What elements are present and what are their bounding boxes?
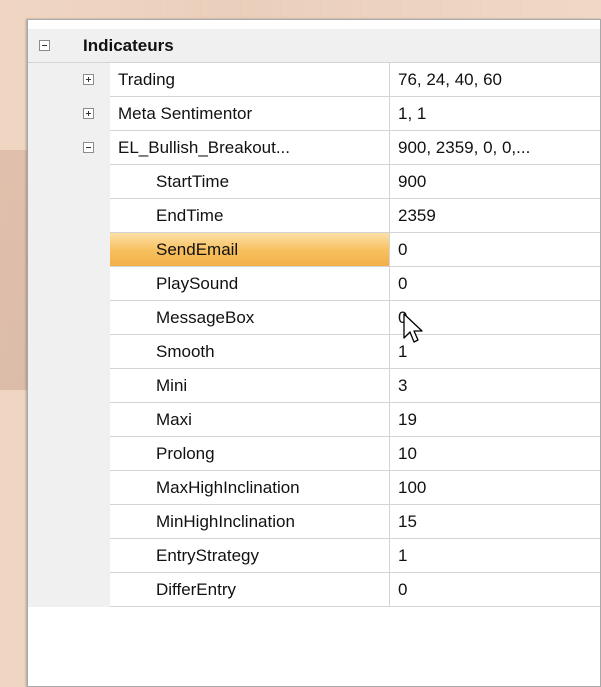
property-name[interactable]: EndTime xyxy=(110,199,390,233)
expand-icon[interactable] xyxy=(83,108,94,119)
row-margin xyxy=(28,403,110,437)
property-row[interactable]: Prolong 10 xyxy=(28,437,600,471)
property-row-meta-sentimentor[interactable]: Meta Sentimentor 1, 1 xyxy=(28,97,600,131)
property-name[interactable]: PlaySound xyxy=(110,267,390,301)
property-name[interactable]: MinHighInclination xyxy=(110,505,390,539)
row-margin xyxy=(28,471,110,505)
property-value[interactable]: 100 xyxy=(390,471,600,505)
row-margin xyxy=(28,233,110,267)
property-name[interactable]: MessageBox xyxy=(110,301,390,335)
property-value[interactable]: 1 xyxy=(390,539,600,573)
property-name[interactable]: SendEmail xyxy=(110,233,390,267)
property-value[interactable]: 1, 1 xyxy=(390,97,600,131)
property-name[interactable]: Smooth xyxy=(110,335,390,369)
row-margin xyxy=(28,165,110,199)
property-row[interactable]: PlaySound 0 xyxy=(28,267,600,301)
collapse-icon[interactable] xyxy=(39,40,50,51)
background-chart-fragment xyxy=(0,150,30,390)
property-name[interactable]: StartTime xyxy=(110,165,390,199)
row-margin xyxy=(28,369,110,403)
property-row[interactable]: Maxi 19 xyxy=(28,403,600,437)
property-name[interactable]: Meta Sentimentor xyxy=(110,97,390,131)
property-row-el-bullish-breakout[interactable]: EL_Bullish_Breakout... 900, 2359, 0, 0,.… xyxy=(28,131,600,165)
property-row[interactable]: MessageBox 0 xyxy=(28,301,600,335)
property-row[interactable]: MinHighInclination 15 xyxy=(28,505,600,539)
property-row[interactable]: EndTime 2359 xyxy=(28,199,600,233)
property-grid[interactable]: Indicateurs Trading 76, 24, 40, 60 Meta … xyxy=(27,19,601,687)
property-value[interactable]: 900, 2359, 0, 0,... xyxy=(390,131,600,165)
row-margin xyxy=(28,573,110,607)
property-name[interactable]: Prolong xyxy=(110,437,390,471)
category-row-indicateurs[interactable]: Indicateurs xyxy=(28,29,600,63)
property-name[interactable]: Mini xyxy=(110,369,390,403)
property-name[interactable]: Maxi xyxy=(110,403,390,437)
collapse-icon[interactable] xyxy=(83,142,94,153)
row-margin xyxy=(28,199,110,233)
property-row[interactable]: EntryStrategy 1 xyxy=(28,539,600,573)
row-margin xyxy=(28,97,110,131)
row-margin xyxy=(28,539,110,573)
row-margin xyxy=(28,335,110,369)
property-row-trading[interactable]: Trading 76, 24, 40, 60 xyxy=(28,63,600,97)
property-name[interactable]: Trading xyxy=(110,63,390,97)
row-margin xyxy=(28,505,110,539)
row-margin xyxy=(28,63,110,97)
property-value[interactable]: 3 xyxy=(390,369,600,403)
category-label: Indicateurs xyxy=(83,36,174,55)
property-value[interactable]: 0 xyxy=(390,267,600,301)
row-margin xyxy=(28,267,110,301)
property-value[interactable]: 900 xyxy=(390,165,600,199)
property-row[interactable]: SendEmail 0 xyxy=(28,233,600,267)
row-margin xyxy=(28,301,110,335)
property-row[interactable]: MaxHighInclination 100 xyxy=(28,471,600,505)
mouse-pointer-icon xyxy=(403,313,423,343)
property-value[interactable]: 2359 xyxy=(390,199,600,233)
property-value[interactable]: 15 xyxy=(390,505,600,539)
property-row[interactable]: Smooth 1 xyxy=(28,335,600,369)
property-name[interactable]: EL_Bullish_Breakout... xyxy=(110,131,390,165)
property-name[interactable]: DifferEntry xyxy=(110,573,390,607)
row-margin xyxy=(28,131,110,165)
row-margin xyxy=(28,437,110,471)
property-value[interactable]: 0 xyxy=(390,573,600,607)
property-row[interactable]: DifferEntry 0 xyxy=(28,573,600,607)
expand-icon[interactable] xyxy=(83,74,94,85)
property-row[interactable]: Mini 3 xyxy=(28,369,600,403)
property-value[interactable]: 10 xyxy=(390,437,600,471)
property-name[interactable]: EntryStrategy xyxy=(110,539,390,573)
property-row[interactable]: StartTime 900 xyxy=(28,165,600,199)
property-value[interactable]: 19 xyxy=(390,403,600,437)
property-value[interactable]: 0 xyxy=(390,233,600,267)
property-name[interactable]: MaxHighInclination xyxy=(110,471,390,505)
property-value[interactable]: 76, 24, 40, 60 xyxy=(390,63,600,97)
